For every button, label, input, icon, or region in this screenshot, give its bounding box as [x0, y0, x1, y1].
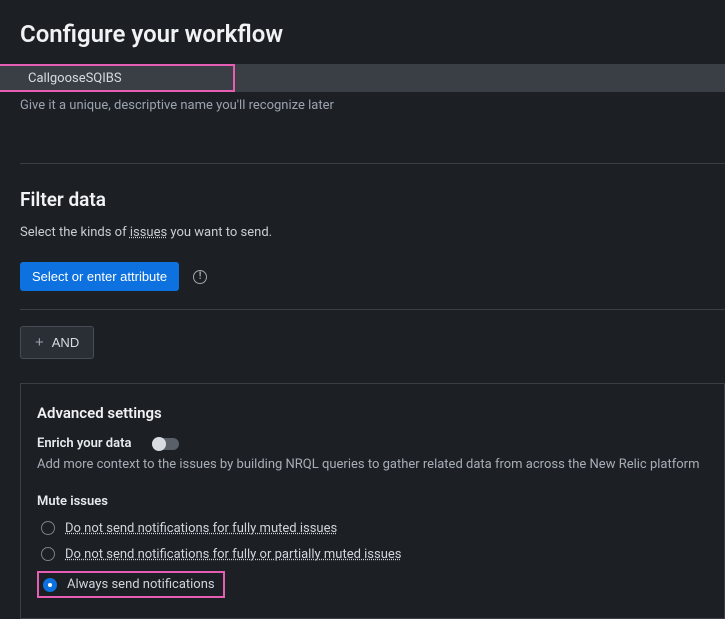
- toggle-knob: [152, 437, 166, 451]
- radio-button[interactable]: [41, 547, 55, 561]
- plus-icon: +: [35, 335, 44, 350]
- page-title: Configure your workflow: [20, 20, 725, 48]
- highlight-annotation: Always send notifications: [37, 571, 225, 598]
- info-icon[interactable]: !: [193, 270, 207, 284]
- mute-option-partially-muted[interactable]: Do not send notifications for fully or p…: [37, 545, 708, 563]
- mute-option-fully-muted[interactable]: Do not send notifications for fully mute…: [37, 519, 708, 537]
- radio-button-selected[interactable]: [43, 578, 57, 592]
- mute-issues-title: Mute issues: [37, 494, 708, 509]
- divider: [20, 163, 725, 164]
- advanced-settings-title: Advanced settings: [37, 404, 708, 422]
- name-helper-text: Give it a unique, descriptive name you'l…: [20, 98, 725, 113]
- enrich-data-toggle[interactable]: [153, 438, 179, 450]
- mute-issues-radio-group: Do not send notifications for fully mute…: [37, 519, 708, 598]
- workflow-name-input[interactable]: CallgooseSQIBS: [0, 64, 725, 92]
- select-attribute-button[interactable]: Select or enter attribute: [20, 262, 179, 291]
- and-button-label: AND: [52, 335, 79, 350]
- add-and-condition-button[interactable]: + AND: [20, 326, 94, 359]
- radio-label: Do not send notifications for fully mute…: [65, 521, 337, 536]
- advanced-settings-panel: Advanced settings Enrich your data Add m…: [20, 383, 725, 619]
- radio-label: Always send notifications: [67, 577, 215, 592]
- radio-label: Do not send notifications for fully or p…: [65, 547, 402, 562]
- filter-data-title: Filter data: [20, 188, 725, 211]
- enrich-data-description: Add more context to the issues by buildi…: [37, 457, 708, 472]
- filter-data-description: Select the kinds of issues you want to s…: [20, 225, 725, 240]
- divider: [20, 309, 725, 310]
- radio-button[interactable]: [41, 521, 55, 535]
- enrich-data-label: Enrich your data: [37, 436, 131, 451]
